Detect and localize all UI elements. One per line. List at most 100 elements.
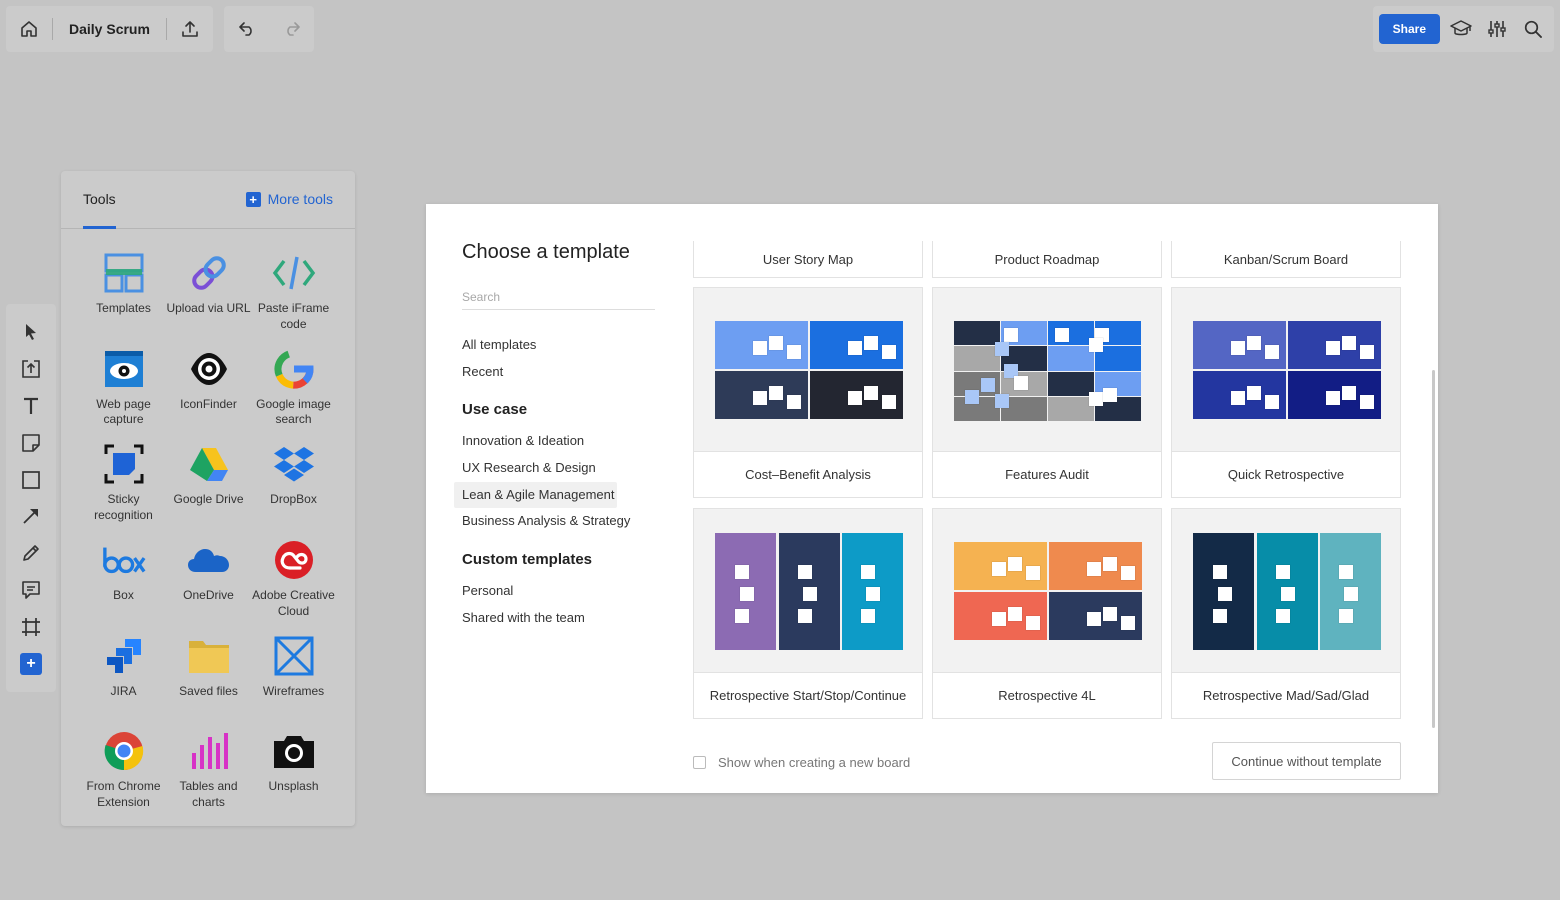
tool-jira[interactable]: JIRA xyxy=(81,634,166,730)
template-thumbnail xyxy=(694,509,922,673)
show-on-new-board-checkbox[interactable] xyxy=(693,756,706,769)
template-card[interactable]: Features Audit xyxy=(932,287,1162,498)
tool-upload-url[interactable]: Upload via URL xyxy=(166,251,251,347)
template-label: Quick Retrospective xyxy=(1227,467,1345,482)
tool-label: Saved files xyxy=(179,683,238,698)
tool-sticky-recognition[interactable]: Sticky recognition xyxy=(81,442,166,538)
tool-paste-iframe[interactable]: Paste iFrame code xyxy=(251,251,336,347)
template-card[interactable]: Quick Retrospective xyxy=(1171,287,1401,498)
tool-label: Templates xyxy=(96,301,151,315)
frame-icon xyxy=(22,617,40,636)
shape-icon xyxy=(22,470,40,489)
tool-saved-files[interactable]: Saved files xyxy=(166,634,251,730)
templates-icon xyxy=(104,253,143,293)
template-label: Features Audit xyxy=(1005,467,1089,482)
upload-tool[interactable] xyxy=(13,351,49,388)
onedrive-icon xyxy=(187,549,229,573)
tool-onedrive[interactable]: OneDrive xyxy=(166,538,251,634)
tool-google-drive[interactable]: Google Drive xyxy=(166,442,251,538)
text-tool[interactable] xyxy=(13,388,49,425)
tool-templates[interactable]: Templates xyxy=(81,251,166,347)
template-card[interactable]: Cost–Benefit Analysis xyxy=(693,287,923,498)
scrollbar[interactable] xyxy=(1432,370,1435,728)
show-on-new-board-option[interactable]: Show when creating a new board xyxy=(693,755,910,770)
tool-adobe-cc[interactable]: Adobe Creative Cloud xyxy=(251,538,336,634)
nav-use-case-selected[interactable]: Lean & Agile Management xyxy=(454,481,617,509)
tool-box[interactable]: Box xyxy=(81,538,166,634)
redo-button[interactable] xyxy=(269,6,314,52)
tool-wireframes[interactable]: Wireframes xyxy=(251,634,336,730)
upload-icon xyxy=(182,21,198,37)
nav-personal[interactable]: Personal xyxy=(462,578,662,605)
board-title[interactable]: Daily Scrum xyxy=(53,21,166,37)
tool-label: OneDrive xyxy=(183,588,234,603)
tool-iconfinder[interactable]: IconFinder xyxy=(166,347,251,443)
cursor-icon xyxy=(26,324,36,341)
tool-google-image-search[interactable]: Google image search xyxy=(251,347,336,443)
jira-icon xyxy=(106,638,141,673)
code-icon xyxy=(272,256,315,290)
nav-all-templates[interactable]: All templates xyxy=(462,332,662,359)
home-button[interactable] xyxy=(6,6,52,52)
learn-button[interactable] xyxy=(1446,14,1476,44)
share-button[interactable]: Share xyxy=(1378,14,1440,44)
settings-sliders-icon xyxy=(1488,21,1506,37)
sticky-note-tool[interactable] xyxy=(13,424,49,461)
nav-use-case[interactable]: UX Research & Design xyxy=(462,455,662,482)
undo-button[interactable] xyxy=(224,6,269,52)
history-controls xyxy=(224,6,314,52)
show-on-new-board-label: Show when creating a new board xyxy=(718,755,911,770)
template-card[interactable]: User Story Map xyxy=(693,241,923,278)
sticky-note-icon xyxy=(22,433,40,452)
nav-use-case[interactable]: Innovation & Ideation xyxy=(462,428,662,455)
tab-tools[interactable]: Tools xyxy=(83,191,116,207)
bar-chart-icon xyxy=(191,733,228,770)
tool-label: Tables and charts xyxy=(179,779,238,809)
template-thumbnail xyxy=(933,509,1161,673)
export-button[interactable] xyxy=(167,6,213,52)
template-thumbnail xyxy=(1172,509,1400,673)
shape-tool[interactable] xyxy=(13,461,49,498)
template-card[interactable]: Product Roadmap xyxy=(932,241,1162,278)
select-tool[interactable] xyxy=(13,314,49,351)
template-search-input[interactable] xyxy=(462,290,655,304)
template-card[interactable]: Kanban/Scrum Board xyxy=(1171,241,1401,278)
modal-title: Choose a template xyxy=(462,241,630,263)
tool-label: Box xyxy=(113,588,134,603)
adobe-cc-icon xyxy=(274,541,313,580)
more-tools-button[interactable]: + More tools xyxy=(245,191,333,207)
template-label: Product Roadmap xyxy=(994,251,1100,267)
nav-recent[interactable]: Recent xyxy=(462,359,662,386)
template-thumbnail xyxy=(1172,288,1400,452)
search-button[interactable] xyxy=(1518,14,1548,44)
nav-use-case[interactable]: Business Analysis & Strategy xyxy=(462,508,662,535)
nav-shared[interactable]: Shared with the team xyxy=(462,605,662,632)
tool-dropbox[interactable]: DropBox xyxy=(251,442,336,538)
template-modal: Choose a template All templates Recent U… xyxy=(426,204,1438,793)
template-card[interactable]: Retrospective Mad/Sad/Glad xyxy=(1171,508,1401,719)
tool-web-capture[interactable]: Web page capture xyxy=(81,347,166,443)
template-grid: User Story Map Product Roadmap Kanban/Sc… xyxy=(693,241,1402,719)
template-card[interactable]: Retrospective 4L xyxy=(932,508,1162,719)
box-icon xyxy=(102,547,145,574)
continue-without-template-button[interactable]: Continue without template xyxy=(1212,742,1401,780)
comment-tool[interactable] xyxy=(13,572,49,609)
frame-tool[interactable] xyxy=(13,608,49,645)
tool-label: Wireframes xyxy=(262,683,325,698)
settings-button[interactable] xyxy=(1482,14,1512,44)
tool-label: DropBox xyxy=(270,492,317,507)
tool-tables-charts[interactable]: Tables and charts xyxy=(166,729,251,825)
template-label: Retrospective Mad/Sad/Glad xyxy=(1202,688,1370,703)
dropbox-icon xyxy=(273,447,314,482)
tool-label: From Chrome Extension xyxy=(86,779,161,809)
tool-unsplash[interactable]: Unsplash xyxy=(251,729,336,825)
tools-panel: Tools + More tools Templates Upload via … xyxy=(61,171,355,826)
add-tool-button[interactable]: + xyxy=(13,645,49,682)
pen-tool[interactable] xyxy=(13,535,49,572)
template-card[interactable]: Retrospective Start/Stop/Continue xyxy=(693,508,923,719)
plus-icon: + xyxy=(245,191,261,207)
tool-chrome-extension[interactable]: From Chrome Extension xyxy=(81,729,166,825)
active-tab-indicator xyxy=(83,226,116,229)
connection-tool[interactable] xyxy=(13,498,49,535)
topbar-right: Share xyxy=(1372,6,1554,52)
